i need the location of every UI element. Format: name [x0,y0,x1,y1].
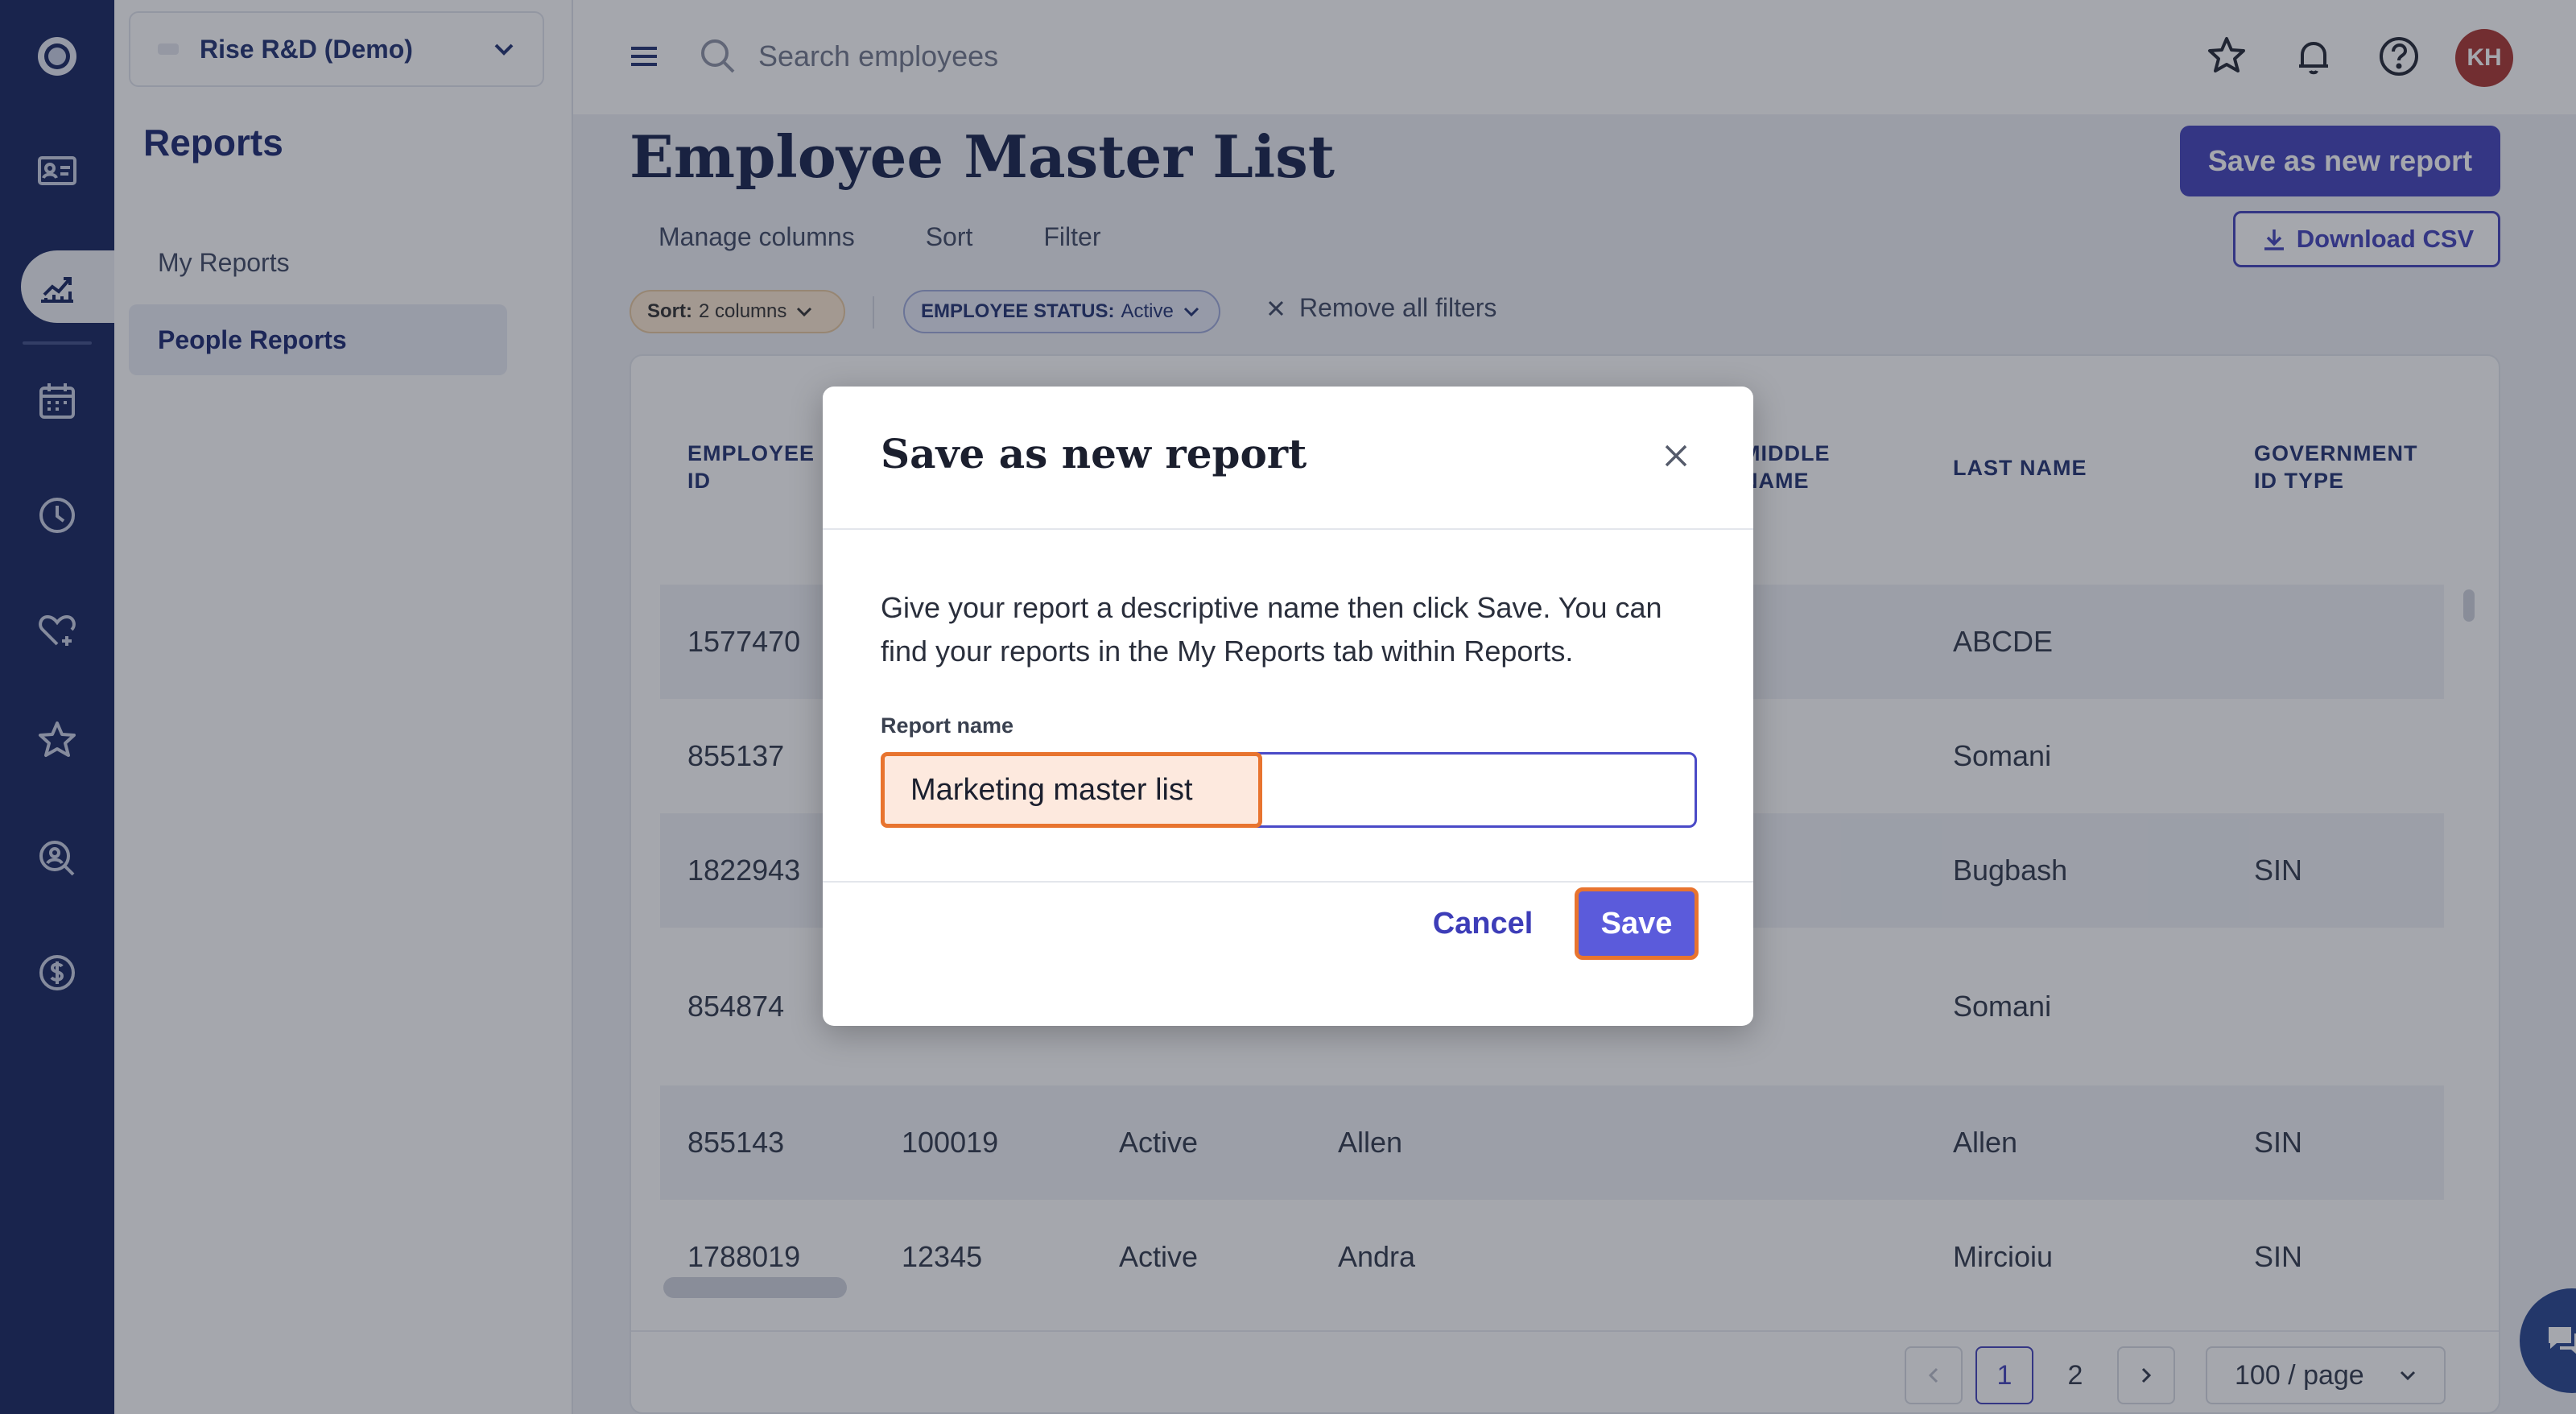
save-report-dialog: Save as new report Give your report a de… [823,387,1753,1026]
save-button[interactable]: Save [1575,887,1699,960]
dialog-footer-divider [823,881,1753,883]
dialog-header-divider [823,528,1753,530]
dialog-title: Save as new report [881,430,1307,478]
cancel-button[interactable]: Cancel [1418,892,1547,955]
close-icon[interactable] [1657,436,1695,475]
dialog-description: Give your report a descriptive name then… [881,591,1662,668]
report-name-label: Report name [881,713,1014,738]
report-name-value[interactable]: Marketing master list [881,752,1262,828]
